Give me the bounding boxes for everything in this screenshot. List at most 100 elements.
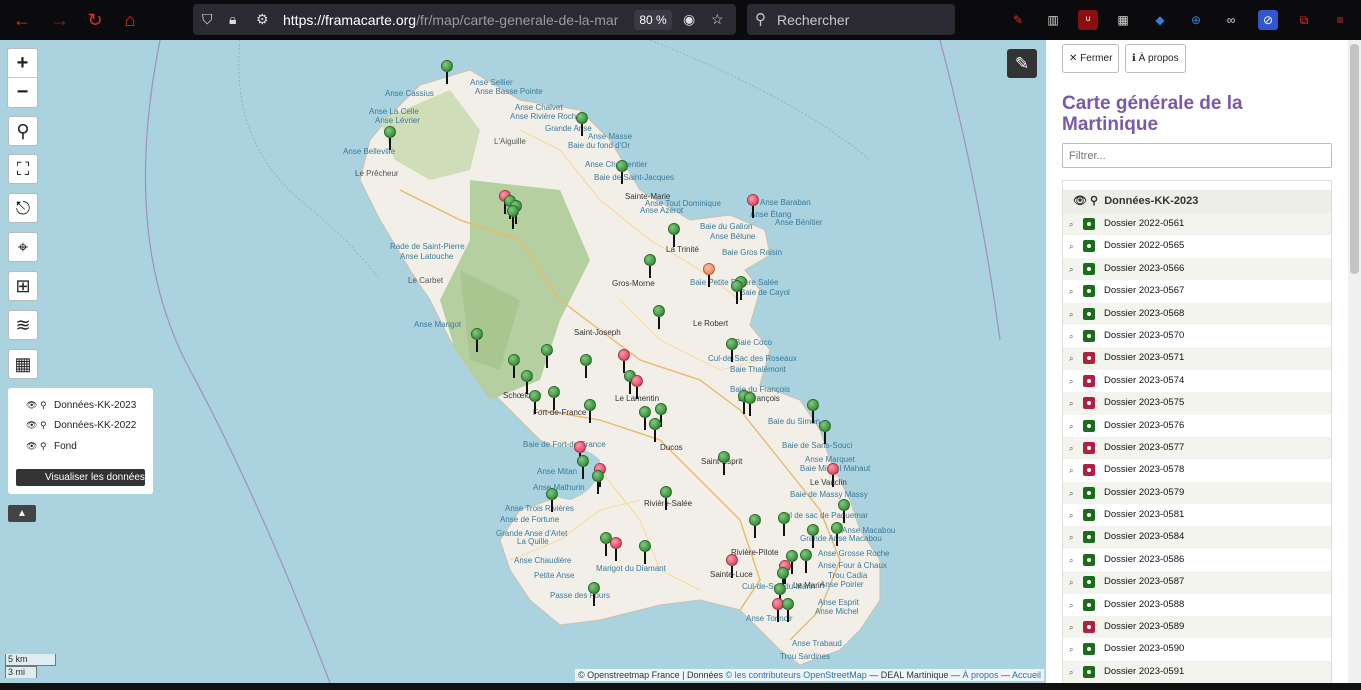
menu-icon[interactable]: ≡ [1330, 10, 1350, 30]
filter-input[interactable] [1062, 143, 1332, 168]
zoom-icon[interactable]: ⌕ [1069, 326, 1073, 348]
eye-icon[interactable]: 👁︎ [26, 420, 40, 431]
wrench-icon[interactable]: ✎ [1008, 10, 1028, 30]
zoom-icon[interactable]: ⌕ [1069, 416, 1073, 438]
scrollbar-thumb[interactable] [1350, 44, 1359, 274]
zoom-out-button[interactable]: − [8, 78, 37, 107]
zoom-icon[interactable]: ⌕ [1069, 483, 1073, 505]
search-box[interactable]: ⚲ Rechercher [747, 4, 955, 35]
list-item[interactable]: ⌕ Dossier 2023-0568 [1063, 302, 1331, 326]
list-item[interactable]: ⌕ Dossier 2023-0590 [1063, 638, 1331, 660]
rss-icon[interactable]: ◉ [683, 11, 695, 28]
tilelayer-button[interactable]: ▦ [8, 349, 38, 379]
zoom-indicator[interactable]: 80 % [634, 10, 672, 30]
close-button[interactable]: ✕ Fermer [1062, 44, 1120, 73]
url-bar[interactable]: ⛉ 🔒︎ ⚙︎ https://framacarte.org/fr/map/ca… [193, 4, 736, 35]
list-item[interactable]: ⌕ Dossier 2023-0574 [1063, 370, 1331, 392]
marker-color-swatch [1083, 531, 1095, 544]
zoom-icon[interactable]: ⌕ [1069, 281, 1073, 303]
list-item[interactable]: ⌕ Dossier 2023-0571 [1063, 347, 1331, 370]
share-button[interactable]: ⎋ [8, 193, 38, 223]
list-item[interactable]: ⌕ Dossier 2023-0588 [1063, 594, 1331, 616]
zoom-icon[interactable]: ⌕ [1069, 505, 1073, 527]
zoom-icon[interactable]: ⌕ [1069, 304, 1073, 326]
about-link[interactable]: À propos [962, 670, 998, 680]
scrollbar[interactable] [1348, 40, 1361, 683]
eye-icon[interactable]: 👁︎ [26, 400, 40, 411]
edit-pencil-icon[interactable]: ✎ [1007, 49, 1037, 78]
globe-icon[interactable]: ⊕ [1186, 10, 1206, 30]
list-item[interactable]: ⌕ Dossier 2023-0589 [1063, 616, 1331, 639]
layer-item[interactable]: 👁︎ ⚲ Données-KK-2022 [26, 420, 136, 431]
back-icon[interactable]: ← [10, 8, 34, 32]
zoom-icon[interactable]: ⚲ [40, 400, 54, 411]
diamond-icon[interactable]: ◆ [1150, 10, 1170, 30]
zoom-icon[interactable]: ⌕ [1069, 259, 1073, 281]
zoom-icon[interactable]: ⌕ [1069, 236, 1073, 258]
zoom-icon[interactable]: ⚲ [40, 420, 54, 431]
zoom-icon[interactable]: ⌕ [1069, 438, 1073, 460]
search-map-button[interactable]: ⚲ [8, 116, 38, 146]
list-item[interactable]: ⌕ Dossier 2022-0565 [1063, 235, 1331, 257]
list-item[interactable]: ⌕ Dossier 2023-0587 [1063, 571, 1331, 594]
list-item[interactable]: ⌕ Dossier 2023-0570 [1063, 325, 1331, 347]
measure-button[interactable]: ⊞ [8, 271, 38, 301]
forward-icon[interactable]: → [48, 8, 72, 32]
osm-link[interactable]: © les contributeurs OpenStreetMap [726, 670, 867, 680]
map-label: Anse Rivière Roche [510, 112, 581, 121]
list-item[interactable]: ⌕ Dossier 2023-0578 [1063, 459, 1331, 481]
fullscreen-button[interactable]: ⛶ [8, 154, 38, 184]
zoom-icon[interactable]: ⌕ [1069, 617, 1073, 639]
library-icon[interactable]: ▥ [1043, 10, 1063, 30]
home-icon[interactable]: ⌂ [118, 8, 142, 32]
ublock-icon[interactable]: ᵘ [1078, 10, 1098, 30]
layers-button[interactable]: ≋ [8, 310, 38, 340]
zoom-icon[interactable]: ⌕ [1069, 639, 1073, 661]
bookmark-star-icon[interactable]: ☆ [711, 11, 724, 28]
qr-icon[interactable]: ▦ [1113, 10, 1133, 30]
zoom-icon[interactable]: ⚲ [1090, 195, 1098, 207]
extension-icon[interactable]: ⊘ [1258, 10, 1278, 30]
zoom-icon[interactable]: ⌕ [1069, 527, 1073, 549]
about-button[interactable]: ℹ À propos [1125, 44, 1186, 73]
map-canvas[interactable]: Anse Sellier Anse Basse Pointe Anse Cass… [0, 40, 1046, 683]
list-item[interactable]: ⌕ Dossier 2023-0566 [1063, 257, 1331, 281]
map-label: Le Carbet [408, 276, 444, 285]
zoom-icon[interactable]: ⌕ [1069, 595, 1073, 617]
layer-item[interactable]: 👁︎ ⚲ Fond [26, 441, 77, 452]
zoom-icon[interactable]: ⌕ [1069, 460, 1073, 482]
collapse-icon[interactable]: ▲ [8, 505, 36, 522]
zoom-icon[interactable]: ⚲ [40, 441, 54, 452]
zoom-icon[interactable]: ⌕ [1069, 572, 1073, 594]
bottom-bar [0, 683, 1361, 690]
zoom-in-button[interactable]: + [8, 49, 37, 78]
list-item[interactable]: ⌕ Dossier 2023-0567 [1063, 280, 1331, 302]
list-item[interactable]: ⌕ Dossier 2023-0577 [1063, 436, 1331, 460]
eye-icon[interactable]: 👁︎ [26, 441, 40, 452]
zoom-icon[interactable]: ⌕ [1069, 393, 1073, 415]
zoom-icon[interactable]: ⌕ [1069, 348, 1073, 370]
eye-icon[interactable]: 👁︎ [1073, 195, 1087, 207]
zoom-icon[interactable]: ⌕ [1069, 371, 1073, 393]
list-item[interactable]: ⌕ Dossier 2023-0581 [1063, 504, 1331, 526]
marker-color-swatch [1083, 240, 1095, 253]
list-item[interactable]: ⌕ Dossier 2023-0586 [1063, 549, 1331, 571]
map-label: Anse Lévrier [375, 116, 420, 125]
list-item[interactable]: ⌕ Dossier 2023-0591 [1063, 660, 1331, 683]
locate-button[interactable]: ⌖ [8, 232, 38, 262]
list-item[interactable]: ⌕ Dossier 2023-0576 [1063, 415, 1331, 437]
visualize-data-button[interactable]: Visualiser les données [16, 469, 145, 486]
reload-icon[interactable]: ↻ [83, 8, 107, 32]
layer-header[interactable]: 👁︎ ⚲ Données-KK-2023 [1063, 190, 1331, 213]
zoom-icon[interactable]: ⌕ [1069, 214, 1073, 236]
zoom-icon[interactable]: ⌕ [1069, 662, 1073, 683]
puzzle-icon[interactable]: ⧉ [1294, 10, 1314, 30]
list-item[interactable]: ⌕ Dossier 2023-0579 [1063, 481, 1331, 505]
zoom-icon[interactable]: ⌕ [1069, 550, 1073, 572]
list-item[interactable]: ⌕ Dossier 2023-0575 [1063, 392, 1331, 415]
list-item[interactable]: ⌕ Dossier 2023-0584 [1063, 526, 1331, 549]
list-item[interactable]: ⌕ Dossier 2022-0561 [1063, 213, 1331, 236]
glasses-icon[interactable]: ∞ [1221, 10, 1241, 30]
layer-item[interactable]: 👁︎ ⚲ Données-KK-2023 [26, 400, 136, 411]
home-link[interactable]: Accueil [1012, 670, 1041, 680]
